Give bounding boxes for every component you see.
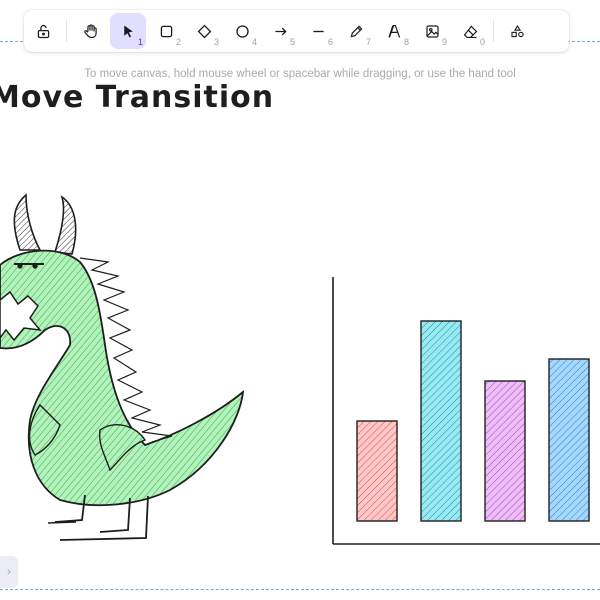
chart-bar-3[interactable]	[484, 380, 526, 522]
rectangle-tool-button[interactable]: 2	[148, 13, 184, 49]
shortcut-key: 5	[289, 37, 295, 47]
text-tool-button[interactable]: 8	[376, 13, 412, 49]
shortcut-key: 8	[403, 37, 409, 47]
chevron-right-icon: ›	[7, 566, 11, 578]
shortcut-key: 2	[175, 37, 181, 47]
line-tool-button[interactable]: 6	[300, 13, 336, 49]
draw-tool-button[interactable]: 7	[338, 13, 374, 49]
sidebar-expand-tab[interactable]: ›	[0, 556, 18, 588]
diamond-tool-button[interactable]: 3	[186, 13, 222, 49]
lock-open-icon	[37, 24, 49, 38]
shortcut-key: 6	[327, 37, 333, 47]
lock-button[interactable]	[25, 13, 61, 49]
toolbar-separator	[66, 20, 67, 42]
line-icon	[312, 30, 324, 32]
bar-chart[interactable]	[0, 0, 600, 600]
square-icon	[160, 25, 172, 37]
eraser-tool-button[interactable]: 0	[452, 13, 488, 49]
eraser-icon	[463, 25, 477, 38]
canvas-hint: To move canvas, hold mouse wheel or spac…	[84, 68, 516, 80]
pencil-icon	[350, 25, 362, 37]
image-tool-button[interactable]: 9	[414, 13, 450, 49]
hand-icon	[83, 23, 97, 38]
arrow-right-icon	[274, 27, 287, 35]
chart-bar-1[interactable]	[356, 420, 398, 522]
circle-icon	[235, 24, 249, 38]
shortcut-key: 4	[251, 37, 257, 47]
shortcut-key: 0	[479, 37, 485, 47]
hand-tool-button[interactable]	[72, 13, 108, 49]
library-button[interactable]	[499, 13, 535, 49]
selection-tool-button[interactable]: 1	[110, 13, 146, 49]
cursor-arrow-icon	[123, 25, 133, 37]
chart-bar-4[interactable]	[548, 358, 590, 522]
ellipse-tool-button[interactable]: 4	[224, 13, 260, 49]
toolbar-separator	[493, 20, 494, 42]
shortcut-key: 9	[441, 37, 447, 47]
arrow-tool-button[interactable]: 5	[262, 13, 298, 49]
main-toolbar: 1 2 3 4 5 6 7 8 9 0	[24, 10, 569, 52]
shortcut-key: 1	[137, 37, 143, 47]
chart-bar-2[interactable]	[420, 320, 462, 522]
diamond-icon	[197, 24, 211, 38]
shortcut-key: 3	[213, 37, 219, 47]
whiteboard-canvas[interactable]: Move Transition To move canvas, hold mou…	[0, 0, 600, 600]
text-a-icon	[387, 24, 400, 38]
shapes-library-icon	[510, 24, 524, 37]
image-icon	[425, 24, 439, 38]
shortcut-key: 7	[365, 37, 371, 47]
